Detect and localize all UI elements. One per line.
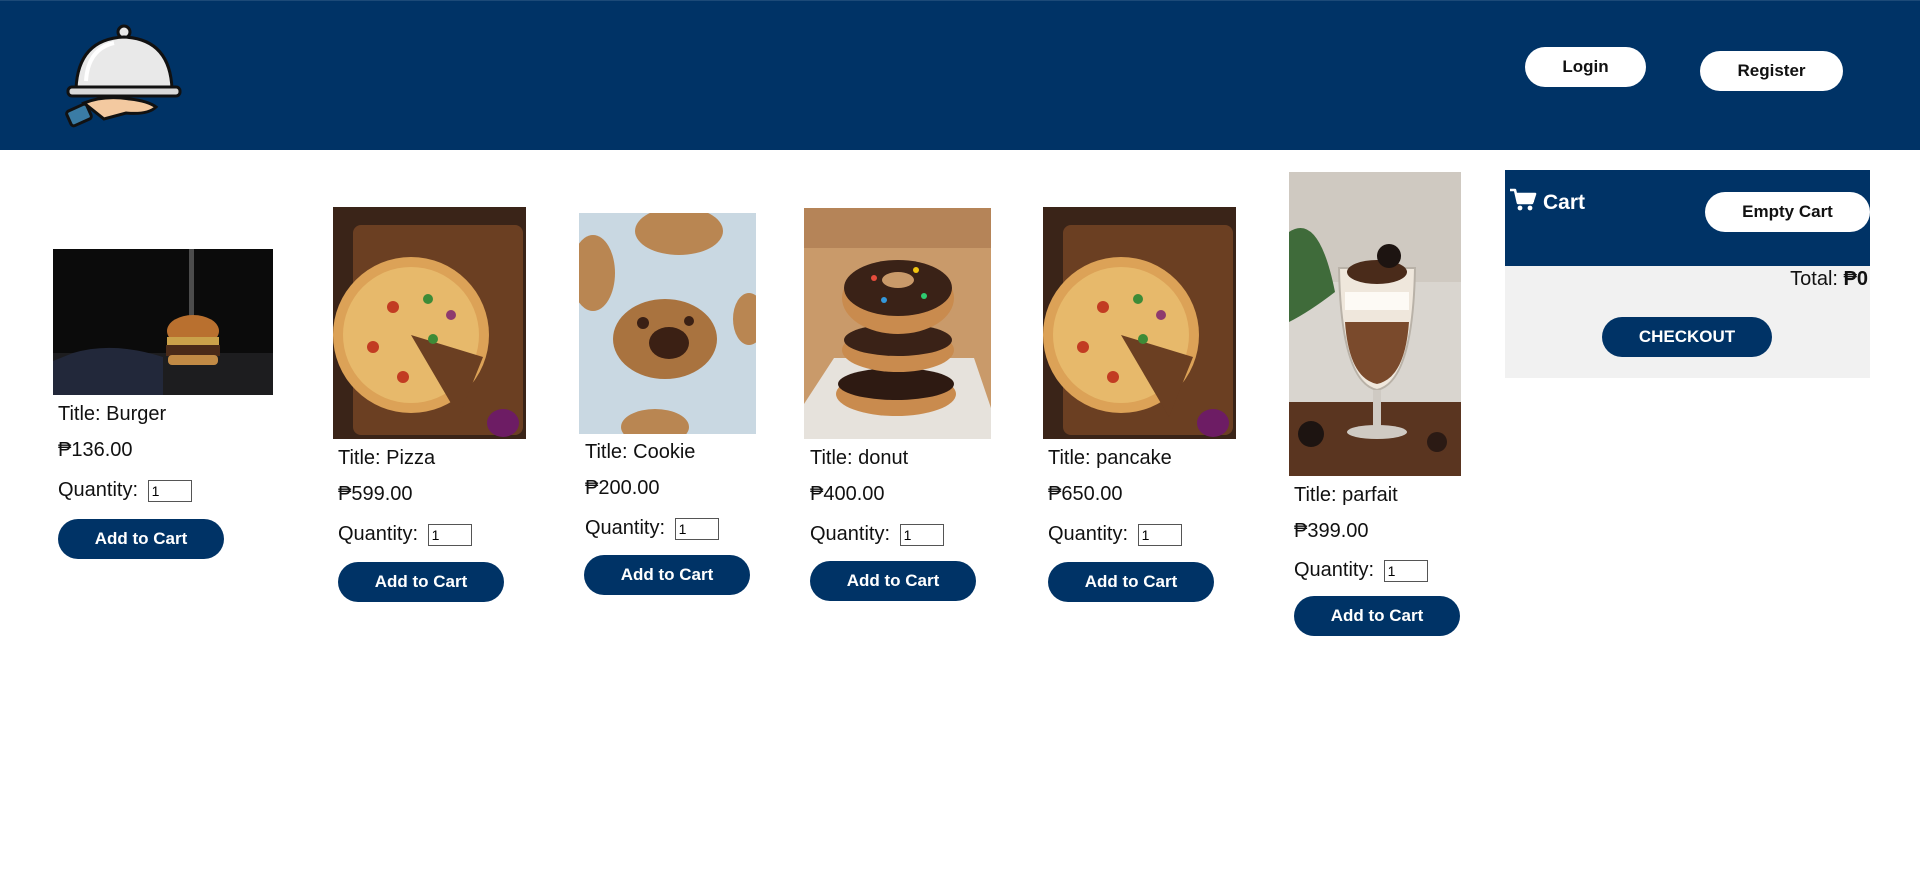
product-title: Title: parfait [1294, 484, 1398, 506]
quantity-label: Quantity: [1294, 559, 1375, 581]
add-to-cart-button[interactable]: Add to Cart [1048, 562, 1214, 602]
quantity-label: Quantity: [58, 479, 139, 501]
pizza-image [333, 207, 526, 439]
product-title: Title: Pizza [338, 447, 436, 469]
parfait-image [1289, 172, 1461, 476]
product-price: ₱650.00 [1048, 483, 1123, 505]
quantity-input[interactable] [1137, 523, 1182, 546]
product-price: ₱136.00 [58, 439, 133, 461]
add-to-cart-button[interactable]: Add to Cart [338, 562, 504, 602]
burger-image [53, 249, 273, 395]
cart-header: Cart Empty Cart [1505, 170, 1870, 266]
quantity-input[interactable] [899, 523, 944, 546]
quantity-label: Quantity: [810, 523, 891, 545]
add-to-cart-button[interactable]: Add to Cart [810, 561, 976, 601]
quantity-input[interactable] [674, 517, 719, 540]
add-to-cart-button[interactable]: Add to Cart [584, 555, 750, 595]
checkout-button[interactable]: CHECKOUT [1602, 317, 1772, 357]
quantity-label: Quantity: [585, 517, 666, 539]
cart-total-value: ₱0 [1843, 268, 1868, 290]
quantity-input[interactable] [427, 523, 472, 546]
add-to-cart-button[interactable]: Add to Cart [58, 519, 224, 559]
quantity-row: Quantity: [810, 523, 944, 546]
product-price: ₱599.00 [338, 483, 413, 505]
product-title: Title: Burger [58, 403, 167, 425]
cart-panel: Cart Empty Cart Total: ₱0 CHECKOUT [1505, 170, 1870, 378]
cart-total: Total: ₱0 [1790, 268, 1868, 291]
product-price: ₱399.00 [1294, 520, 1369, 542]
product-price: ₱400.00 [810, 483, 885, 505]
pancake-image [1043, 207, 1236, 439]
quantity-row: Quantity: [1294, 559, 1428, 582]
quantity-row: Quantity: [585, 517, 719, 540]
product-title: Title: Cookie [585, 441, 696, 463]
cart-title-label: Cart [1543, 191, 1586, 214]
product-title: Title: pancake [1048, 447, 1172, 469]
register-button[interactable]: Register [1700, 51, 1843, 91]
cart-title: Cart [1509, 188, 1585, 218]
quantity-label: Quantity: [338, 523, 419, 545]
add-to-cart-button[interactable]: Add to Cart [1294, 596, 1460, 636]
quantity-input[interactable] [1383, 559, 1428, 582]
site-header: Login Register [0, 0, 1920, 150]
cart-total-label: Total: [1790, 268, 1838, 290]
empty-cart-button[interactable]: Empty Cart [1705, 192, 1870, 232]
quantity-row: Quantity: [58, 479, 192, 502]
login-button[interactable]: Login [1525, 47, 1646, 87]
donut-image [804, 208, 991, 439]
quantity-label: Quantity: [1048, 523, 1129, 545]
shopping-cart-icon [1509, 188, 1537, 218]
product-price: ₱200.00 [585, 477, 660, 499]
quantity-row: Quantity: [338, 523, 472, 546]
product-title: Title: donut [810, 447, 909, 469]
quantity-input[interactable] [147, 479, 192, 502]
serving-cloche-icon[interactable] [64, 23, 184, 131]
cookie-image [579, 213, 756, 434]
quantity-row: Quantity: [1048, 523, 1182, 546]
